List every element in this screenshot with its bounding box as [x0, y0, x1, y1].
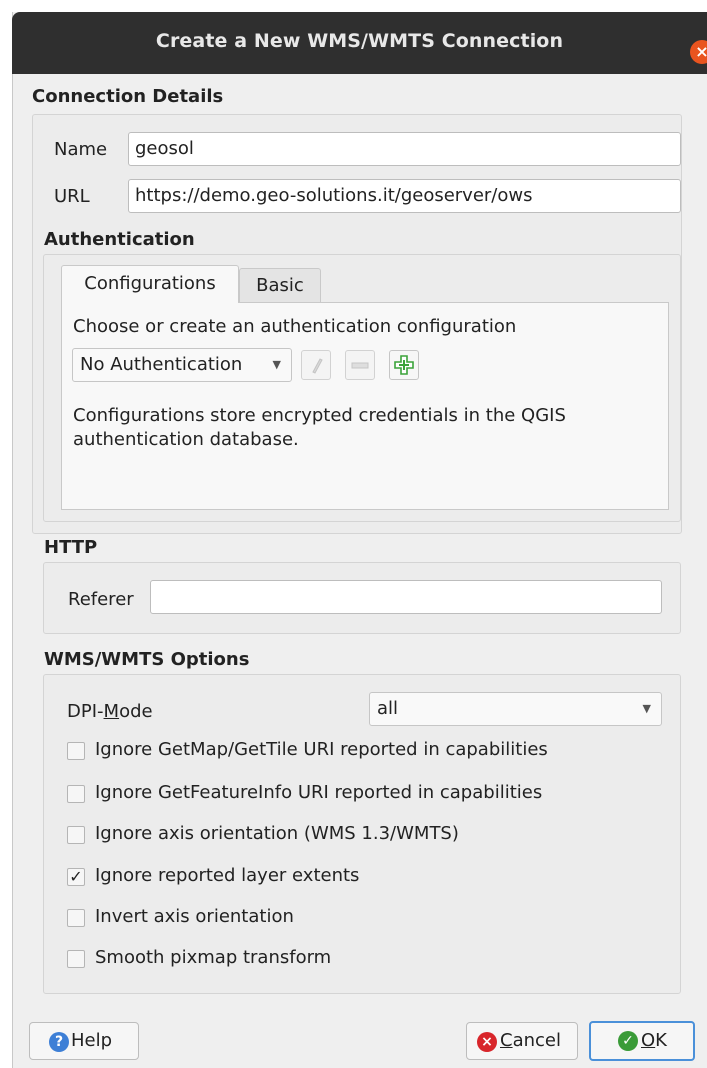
wms-options-heading: WMS/WMTS Options	[44, 649, 250, 670]
checkbox-label[interactable]: Ignore GetMap/GetTile URI reported in ca…	[95, 739, 548, 760]
name-label: Name	[54, 139, 108, 160]
edit-config-button[interactable]	[301, 350, 331, 380]
checkbox-ignore-getfeatureinfo[interactable]	[67, 785, 85, 803]
dpi-mode-select[interactable]: all ▼	[369, 692, 662, 726]
checkbox-ignore-layer-extents[interactable]: ✓	[67, 868, 85, 886]
auth-info-line-1: Configurations store encrypted credentia…	[73, 405, 566, 426]
checkbox-label[interactable]: Ignore GetFeatureInfo URI reported in ca…	[95, 782, 542, 803]
checkbox-label[interactable]: Ignore reported layer extents	[95, 865, 359, 886]
auth-info-text: Configurations store encrypted credentia…	[73, 404, 566, 452]
checkbox-ignore-axis-orientation[interactable]	[67, 826, 85, 844]
ok-button-label: OK	[641, 1030, 667, 1051]
ok-button[interactable]: ✓ OK	[589, 1021, 695, 1061]
tab-basic[interactable]: Basic	[239, 268, 321, 302]
minus-icon	[351, 362, 369, 369]
checkbox-ignore-getmap[interactable]	[67, 742, 85, 760]
add-icon	[394, 355, 414, 375]
auth-info-line-2: authentication database.	[73, 429, 299, 450]
cancel-button-label: Cancel	[500, 1030, 561, 1051]
close-icon[interactable]: ×	[690, 40, 707, 64]
checkbox-label[interactable]: Smooth pixmap transform	[95, 947, 331, 968]
url-input[interactable]: https://demo.geo-solutions.it/geoserver/…	[128, 179, 681, 213]
tab-configurations[interactable]: Configurations	[61, 265, 239, 303]
window-title: Create a New WMS/WMTS Connection	[155, 30, 564, 52]
auth-config-value: No Authentication	[80, 354, 243, 375]
checkbox-label[interactable]: Ignore axis orientation (WMS 1.3/WMTS)	[95, 823, 459, 844]
chevron-down-icon: ▼	[642, 702, 651, 715]
tab-basic-label: Basic	[256, 275, 304, 296]
checkbox-smooth-pixmap[interactable]	[67, 950, 85, 968]
authentication-heading: Authentication	[44, 229, 195, 250]
dpi-mode-label: DPI-Mode	[67, 701, 153, 722]
referer-input[interactable]	[150, 580, 662, 614]
name-input[interactable]: geosol	[128, 132, 681, 166]
help-icon: ?	[49, 1032, 69, 1052]
cancel-icon: ×	[477, 1032, 497, 1052]
ok-icon: ✓	[618, 1031, 638, 1051]
http-heading: HTTP	[44, 537, 98, 558]
title-bar[interactable]: Create a New WMS/WMTS Connection ×	[12, 12, 707, 74]
connection-details-heading: Connection Details	[32, 86, 224, 107]
help-button-label: Help	[71, 1030, 113, 1051]
remove-config-button[interactable]	[345, 350, 375, 380]
auth-config-select[interactable]: No Authentication ▼	[72, 348, 292, 382]
tab-configurations-label: Configurations	[84, 273, 216, 294]
cancel-button[interactable]: × Cancel	[466, 1022, 578, 1060]
dpi-mode-value: all	[377, 698, 399, 719]
add-config-button[interactable]	[389, 350, 419, 380]
referer-label: Referer	[68, 589, 134, 610]
help-button[interactable]: ? Help	[29, 1022, 139, 1060]
checkbox-label[interactable]: Invert axis orientation	[95, 906, 294, 927]
checkmark-icon: ✓	[69, 867, 83, 886]
chevron-down-icon: ▼	[272, 358, 281, 371]
url-label: URL	[54, 186, 90, 207]
pencil-icon	[312, 358, 323, 374]
checkbox-invert-axis[interactable]	[67, 909, 85, 927]
auth-prompt-text: Choose or create an authentication confi…	[73, 316, 517, 337]
